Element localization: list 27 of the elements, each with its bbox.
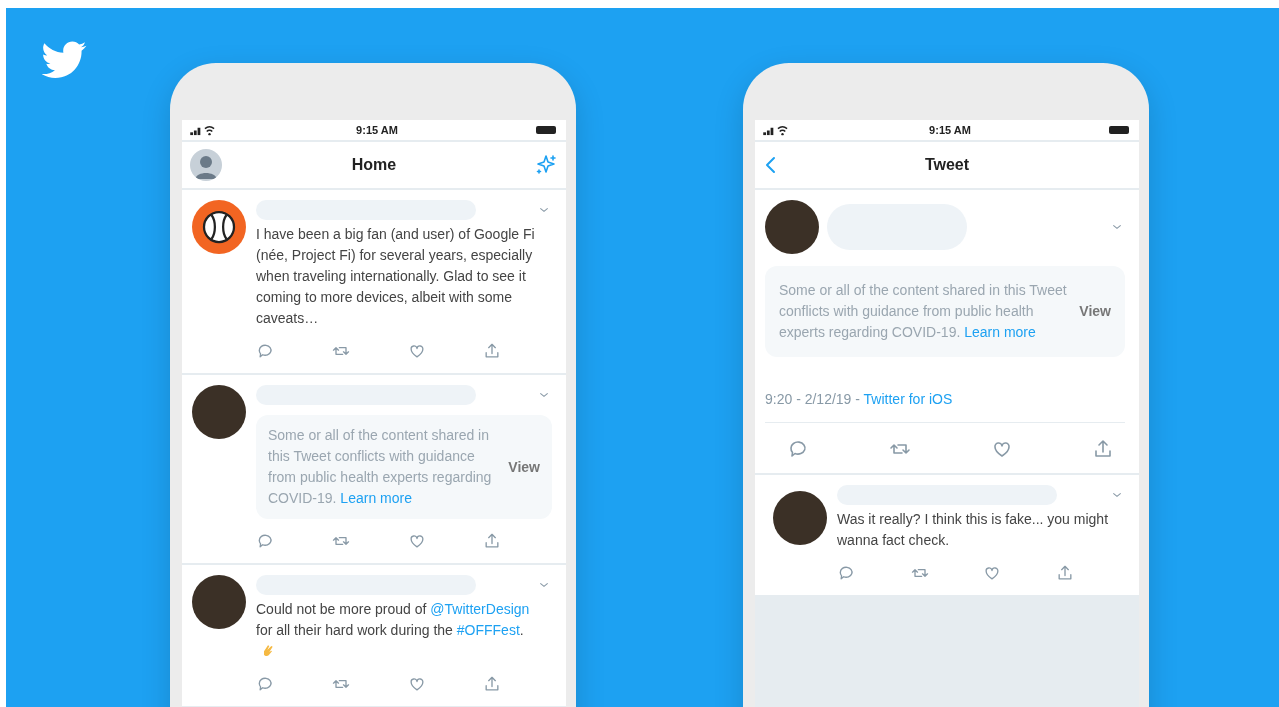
notice-text: Some or all of the content shared in this Tweet conflicts with guidance from public health experts regarding COVID-19. Learn more [268,426,493,508]
screen-title: Tweet [924,155,970,175]
notice-text: Some or all of the content shared in this Tweet conflicts with guidance from public health experts regarding COVID-19. Learn more [779,281,1068,342]
photo-placeholder [765,200,819,254]
tweet-text: Was it really? I think this is fake... you might wanna fact check. [837,510,1110,550]
link[interactable]: #OFFFest [456,622,520,638]
view-link[interactable]: View [508,456,540,478]
photo-placeholder [773,491,827,545]
sparkle-icon[interactable] [534,153,558,177]
bird-icon [42,41,87,79]
status-time: 9:15 AM [356,122,398,138]
baseball-icon [201,209,237,245]
profile-avatar-icon[interactable] [190,149,222,181]
screen-title: Home [351,155,397,175]
tweet-timestamp: 9:20 - 2/12/19 - Twitter for iOS [765,377,1125,423]
status-time: 9:15 AM [929,122,971,138]
view-link[interactable]: View [1079,301,1111,322]
tweet-text: Could not be more proud of @TwitterDesign for all their hard work during the #OFFFest. [256,599,552,662]
battery-icon [1109,126,1131,134]
learn-more-link[interactable]: Learn more [340,490,412,506]
photo-placeholder [192,385,246,439]
source-link[interactable]: Twitter for iOS [863,391,953,407]
battery-icon [536,126,558,134]
photo-placeholder [192,575,246,629]
link[interactable]: @TwitterDesign [430,601,530,617]
learn-more-link[interactable]: Learn more [964,324,1036,340]
tweet-text: I have been a big fan (and user) of Google Fi (née, Project Fi) for several years, especially when traveling internationally. Glad to see it coming to more devices, albeit with some caveats… [256,225,536,328]
